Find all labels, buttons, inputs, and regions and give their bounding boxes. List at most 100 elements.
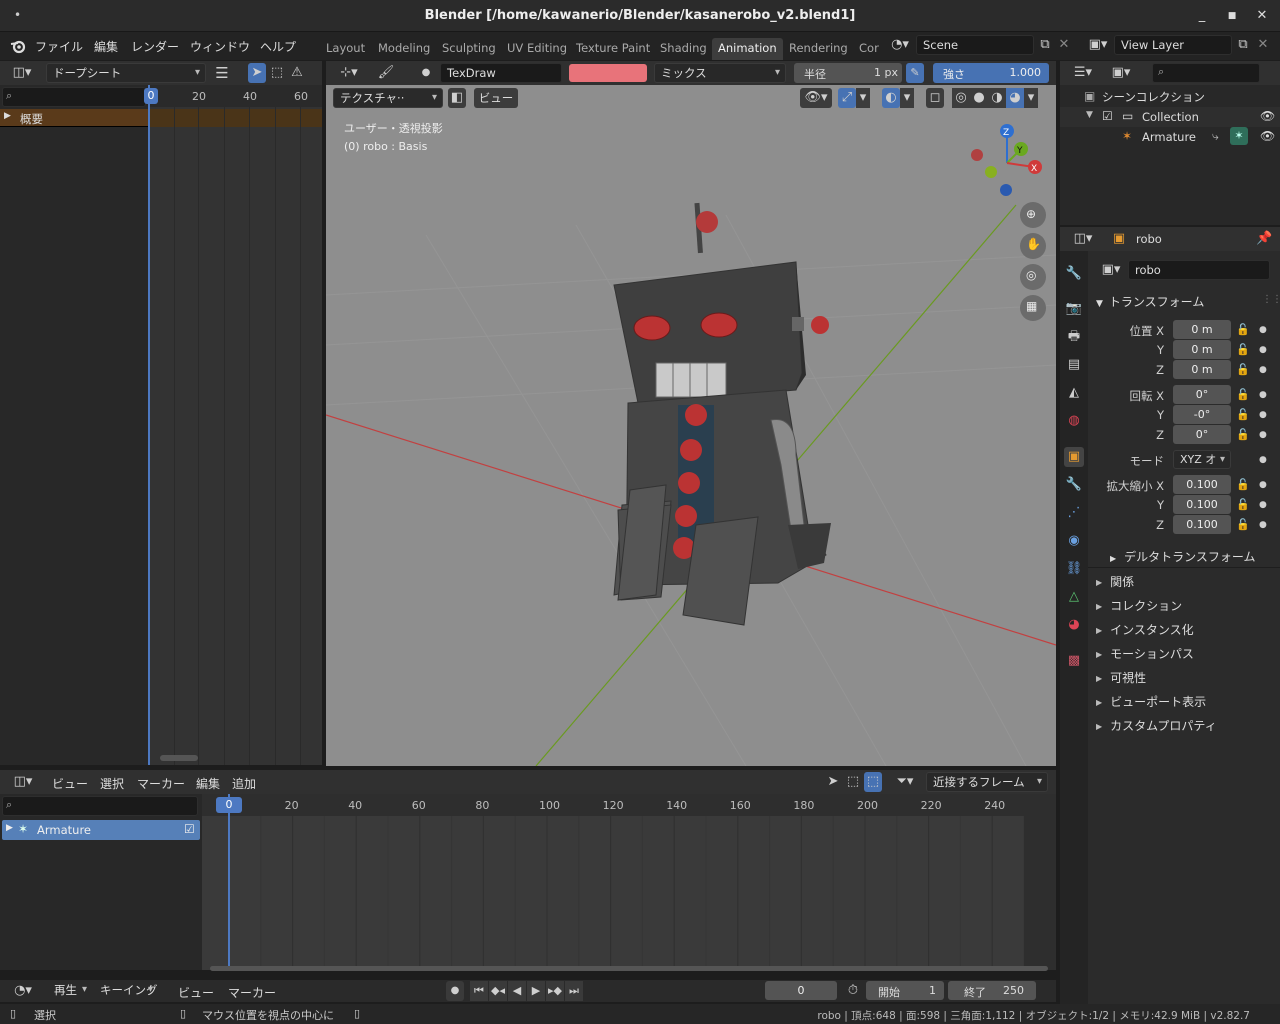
- delta-transform-panel[interactable]: ▶ デルタトランスフォーム: [1110, 548, 1256, 565]
- filter-icon[interactable]: ⏷▾: [890, 772, 920, 792]
- world-tab-icon[interactable]: ◍: [1064, 411, 1084, 431]
- view-layer-icon[interactable]: ▣▾: [1084, 35, 1112, 55]
- rotation-z-field[interactable]: 0°: [1173, 425, 1231, 444]
- keyframe-dot-icon[interactable]: ●: [1259, 430, 1267, 440]
- overlay-dropdown-icon[interactable]: ▾: [900, 88, 914, 108]
- zoom-icon[interactable]: ⊕: [1026, 207, 1036, 221]
- delete-scene-icon[interactable]: ✕: [1057, 35, 1071, 55]
- blend-mode-dropdown[interactable]: ミックス: [654, 63, 786, 83]
- brush-preview-icon[interactable]: ●: [418, 63, 434, 83]
- play-reverse-icon[interactable]: ◀: [508, 981, 526, 1001]
- editor-type-icon[interactable]: ◔▾: [8, 981, 38, 1001]
- collection-row[interactable]: ▼ ☑ ▭ Collection 👁: [1060, 107, 1280, 127]
- relations-panel[interactable]: 関係: [1096, 573, 1134, 590]
- scale-x-field[interactable]: 0.100: [1173, 475, 1231, 494]
- radius-field[interactable]: 半径 1 px: [794, 63, 902, 83]
- view-menu-button[interactable]: ビュー: [474, 88, 518, 108]
- editor-type-icon[interactable]: ⊹▾: [334, 63, 364, 83]
- tab-layout[interactable]: Layout: [320, 38, 371, 60]
- tab-sculpting[interactable]: Sculpting: [436, 38, 502, 60]
- tab-modeling[interactable]: Modeling: [372, 38, 436, 60]
- editor-type-icon[interactable]: ◫▾: [6, 63, 38, 83]
- particles-tab-icon[interactable]: ⋰: [1064, 503, 1084, 523]
- lock-icon[interactable]: 🔓: [1236, 498, 1250, 511]
- menu-help[interactable]: ヘルプ: [260, 38, 296, 55]
- timeline-playhead-frame[interactable]: 0: [216, 797, 242, 813]
- armature-row[interactable]: ✶ Armature ⤷ ✶ 👁: [1060, 127, 1280, 147]
- visibility-panel[interactable]: 可視性: [1096, 669, 1146, 686]
- menu-hamburger-icon[interactable]: ☰: [212, 63, 232, 83]
- keyframe-dot-icon[interactable]: ●: [1259, 365, 1267, 375]
- minimize-button[interactable]: _: [1192, 6, 1212, 26]
- dopesheet-mode-dropdown[interactable]: ドープシート: [46, 63, 206, 83]
- expand-arrow-icon[interactable]: ▶: [4, 111, 11, 121]
- menu-window[interactable]: ウィンドウ: [190, 38, 250, 55]
- channel-search-field[interactable]: [2, 87, 146, 107]
- gizmo-dropdown-icon[interactable]: ▾: [856, 88, 870, 108]
- warning-filter-icon[interactable]: ⚠: [288, 63, 306, 83]
- wireframe-shading-icon[interactable]: ◎: [952, 88, 970, 108]
- instancing-panel[interactable]: インスタンス化: [1096, 621, 1194, 638]
- physics-tab-icon[interactable]: ◉: [1064, 531, 1084, 551]
- material-tab-icon[interactable]: ◕: [1064, 615, 1084, 635]
- object-name-field[interactable]: robo: [1128, 260, 1270, 280]
- start-frame-field[interactable]: 開始 1: [866, 981, 944, 1000]
- timeline-menu-select[interactable]: 選択: [100, 775, 124, 792]
- timeline-keyframe-area[interactable]: 20 40 60 80 100 120 140 160 180 200 220 240 0: [202, 794, 1056, 971]
- armature-channel-row[interactable]: ▶ ✶ Armature ☑: [2, 820, 200, 840]
- editor-type-icon[interactable]: ◫▾: [1068, 229, 1098, 249]
- data-selector-icon[interactable]: ▣▾: [1096, 260, 1126, 280]
- play-icon[interactable]: ▶: [527, 981, 545, 1001]
- box-select-icon[interactable]: ⬚: [268, 63, 286, 83]
- rotation-mode-dropdown[interactable]: XYZ オ: [1173, 450, 1231, 469]
- camera-icon[interactable]: ◎: [1026, 268, 1036, 282]
- mask-toggle-icon[interactable]: ◧: [448, 88, 466, 108]
- keyframe-dot-icon[interactable]: ●: [1259, 455, 1267, 465]
- dopesheet-keyframe-area[interactable]: 0 20 40 60: [144, 85, 322, 765]
- visibility-dropdown-icon[interactable]: 👁▾: [800, 88, 832, 108]
- pressure-radius-icon[interactable]: ✎: [906, 63, 924, 83]
- data-tab-icon[interactable]: △: [1064, 587, 1084, 607]
- editor-type-icon[interactable]: ◫▾: [8, 772, 38, 792]
- transform-panel-title[interactable]: ▼ トランスフォーム: [1096, 293, 1204, 310]
- scene-selector-icon[interactable]: ◔▾: [886, 35, 914, 55]
- proportional-icon[interactable]: ⬚: [864, 772, 882, 792]
- eye-icon[interactable]: 👁: [1260, 129, 1275, 143]
- scene-collection-label[interactable]: シーンコレクション: [1102, 89, 1205, 105]
- tab-texture-paint[interactable]: Texture Paint: [570, 38, 656, 60]
- keyframe-dot-icon[interactable]: ●: [1259, 345, 1267, 355]
- output-tab-icon[interactable]: 🖶: [1064, 327, 1084, 347]
- rotation-x-field[interactable]: 0°: [1173, 385, 1231, 404]
- new-scene-icon[interactable]: ⧉: [1036, 35, 1054, 55]
- collections-panel[interactable]: コレクション: [1096, 597, 1182, 614]
- eye-icon[interactable]: 👁: [1260, 109, 1275, 123]
- lock-icon[interactable]: 🔓: [1236, 408, 1250, 421]
- scene-tab-icon[interactable]: ◭: [1064, 383, 1084, 403]
- rendered-shading-icon[interactable]: ◕: [1006, 88, 1024, 108]
- motion-paths-panel[interactable]: モーションパス: [1096, 645, 1194, 662]
- keying-dropdown[interactable]: キーイング: [94, 981, 158, 1001]
- material-shading-icon[interactable]: ◑: [988, 88, 1006, 108]
- brush-tool-icon[interactable]: 🖌: [376, 63, 396, 83]
- custom-properties-panel[interactable]: カスタムプロパティ: [1096, 717, 1217, 734]
- paint-mode-dropdown[interactable]: テクスチャ··: [333, 88, 443, 108]
- location-x-field[interactable]: 0 m: [1173, 320, 1231, 339]
- next-keyframe-icon[interactable]: ▸◆: [546, 981, 564, 1001]
- lock-icon[interactable]: 🔓: [1236, 363, 1250, 376]
- box-select-icon[interactable]: ⬚: [844, 772, 862, 792]
- jump-end-icon[interactable]: ⏭: [565, 981, 583, 1001]
- tab-uv-editing[interactable]: UV Editing: [501, 38, 573, 60]
- xray-toggle-icon[interactable]: ◻: [926, 88, 944, 108]
- jump-start-icon[interactable]: ⏮: [470, 981, 488, 1001]
- texture-tab-icon[interactable]: ▩: [1064, 651, 1084, 671]
- display-mode-icon[interactable]: ▣▾: [1106, 63, 1136, 83]
- checkbox-icon[interactable]: ☑: [1102, 109, 1113, 123]
- current-frame-field[interactable]: 0: [765, 981, 837, 1000]
- lock-icon[interactable]: 🔓: [1236, 388, 1250, 401]
- modifier-tab-icon[interactable]: 🔧: [1064, 475, 1084, 495]
- close-button[interactable]: ✕: [1252, 6, 1272, 26]
- playhead-line[interactable]: [148, 85, 150, 765]
- solid-shading-icon[interactable]: ●: [970, 88, 988, 108]
- object-tab-icon[interactable]: ▣: [1064, 447, 1084, 467]
- brush-color-swatch[interactable]: [569, 64, 647, 82]
